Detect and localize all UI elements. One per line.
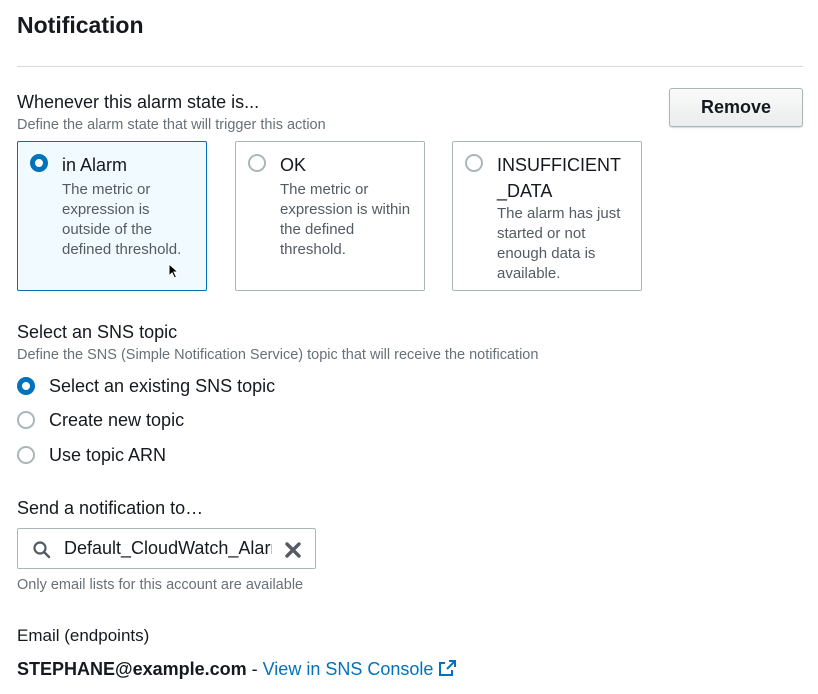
radio-insufficient-data[interactable] <box>465 154 483 172</box>
radio-ok[interactable] <box>248 154 266 172</box>
sns-option-create-new[interactable]: Create new topic <box>17 408 184 432</box>
radio-create-new-topic[interactable] <box>17 411 35 429</box>
alarm-state-card-description: The metric or expression is outside of t… <box>62 181 182 258</box>
endpoint-row: STEPHANE@example.com - View in SNS Conso… <box>17 659 457 680</box>
endpoints-label: Email (endpoints) <box>17 626 150 645</box>
remove-button[interactable]: Remove <box>669 88 803 127</box>
alarm-state-description: Define the alarm state that will trigger… <box>17 117 326 133</box>
sns-option-label: Create new topic <box>49 409 185 430</box>
alarm-state-card-title: in Alarm <box>62 155 128 175</box>
send-to-hint: Only email lists for this account are av… <box>17 577 304 593</box>
radio-topic-arn[interactable] <box>17 446 35 464</box>
sns-topic-description: Define the SNS (Simple Notification Serv… <box>17 347 539 363</box>
external-link-icon[interactable] <box>438 660 457 677</box>
alarm-state-card-title: INSUFFICIENT _DATA <box>497 155 621 201</box>
alarm-state-card-ok[interactable]: OK The metric or expression is within th… <box>235 141 425 291</box>
endpoint-separator: - <box>246 659 263 679</box>
sns-option-label: Select an existing SNS topic <box>49 375 276 396</box>
alarm-state-card-title: OK <box>280 155 307 175</box>
alarm-state-card-insufficient-data[interactable]: INSUFFICIENT _DATA The alarm has just st… <box>452 141 642 291</box>
alarm-state-card-description: The alarm has just started or not enough… <box>497 205 621 282</box>
alarm-state-label: Whenever this alarm state is... <box>17 92 260 112</box>
sns-option-topic-arn[interactable]: Use topic ARN <box>17 443 166 467</box>
radio-existing-topic[interactable] <box>17 377 35 395</box>
sns-option-existing[interactable]: Select an existing SNS topic <box>17 374 275 398</box>
section-title: Notification <box>17 12 144 38</box>
send-to-label: Send a notification to… <box>17 498 204 518</box>
radio-in-alarm[interactable] <box>30 154 48 172</box>
sns-option-label: Use topic ARN <box>49 444 167 465</box>
sns-topic-label: Select an SNS topic <box>17 322 178 342</box>
view-in-sns-console-link[interactable]: View in SNS Console <box>263 659 434 679</box>
clear-icon[interactable] <box>283 540 303 560</box>
topic-search-value[interactable]: Default_CloudWatch_Alarms_Topic <box>64 538 272 559</box>
mouse-cursor-icon <box>168 263 179 279</box>
topic-search-input[interactable]: Default_CloudWatch_Alarms_Topic <box>17 528 316 569</box>
endpoint-email: STEPHANE@example.com <box>17 659 247 679</box>
section-divider <box>17 66 803 67</box>
alarm-state-card-description: The metric or expression is within the d… <box>280 181 411 258</box>
search-icon <box>33 541 51 559</box>
